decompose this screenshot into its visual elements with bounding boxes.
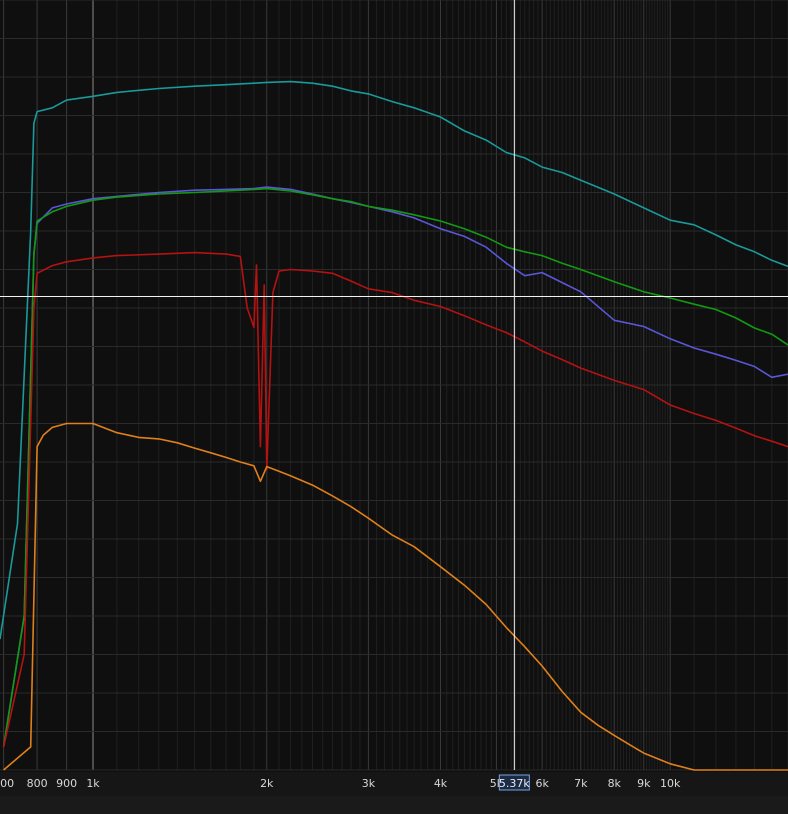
x-tick-label: 3k xyxy=(362,777,376,790)
x-tick-label: 2k xyxy=(260,777,274,790)
x-tick-label: 8k xyxy=(608,777,622,790)
frequency-response-chart[interactable]: 7008009001k2k3k4k5k6k7k8k9k10k5.37k xyxy=(0,0,788,814)
legend-strip xyxy=(0,796,788,814)
x-tick-label: 7k xyxy=(574,777,588,790)
x-tick-label: 10k xyxy=(660,777,681,790)
x-tick-label: 6k xyxy=(535,777,549,790)
x-tick-label: 900 xyxy=(56,777,77,790)
x-tick-label: 4k xyxy=(434,777,448,790)
cursor-readout-label: 5.37k xyxy=(499,777,530,790)
grid xyxy=(0,0,788,771)
x-tick-label: 700 xyxy=(0,777,14,790)
x-tick-label: 1k xyxy=(86,777,100,790)
x-tick-label: 9k xyxy=(637,777,651,790)
x-tick-label: 800 xyxy=(27,777,48,790)
